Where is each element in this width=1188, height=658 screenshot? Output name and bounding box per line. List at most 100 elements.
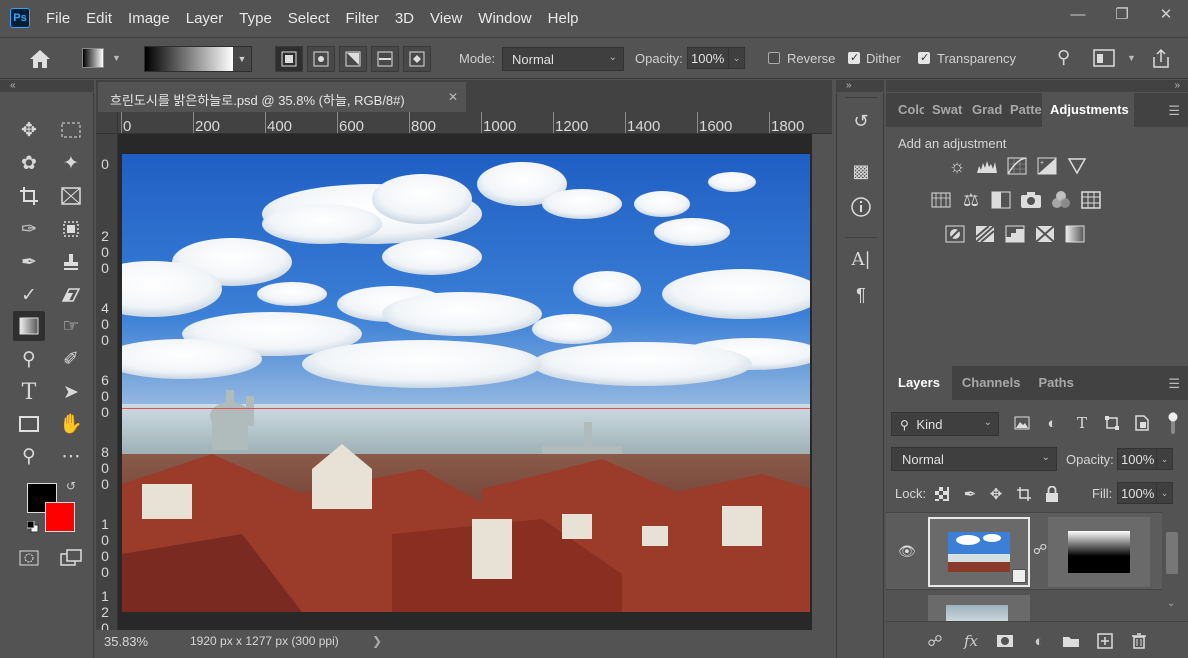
menu-help[interactable]: Help <box>548 10 579 27</box>
fill-input[interactable]: 100% ⌄ <box>1117 482 1173 504</box>
invert-icon[interactable] <box>943 222 967 246</box>
vertical-scrollbar[interactable] <box>812 134 832 630</box>
panel-menu-icon[interactable]: ☰ <box>1168 103 1180 119</box>
fill-value[interactable]: 100% <box>1118 483 1156 503</box>
menu-edit[interactable]: Edit <box>86 10 112 27</box>
menu-image[interactable]: Image <box>128 10 170 27</box>
layer-thumbnail[interactable] <box>928 595 1030 621</box>
clone-stamp-icon[interactable] <box>55 247 87 277</box>
menu-type[interactable]: Type <box>239 10 272 27</box>
trash-icon[interactable] <box>1128 630 1150 652</box>
object-selection-icon[interactable] <box>55 214 87 244</box>
angle-gradient-button[interactable] <box>339 46 367 72</box>
brush-tool-icon[interactable]: ✒ <box>13 247 45 277</box>
linear-gradient-button[interactable] <box>275 46 303 72</box>
chevron-right-icon[interactable]: ❯ <box>372 634 382 648</box>
menu-layer[interactable]: Layer <box>186 10 224 27</box>
pen-tool-icon[interactable]: ✐ <box>55 344 87 374</box>
exposure-icon[interactable]: + <box>1035 154 1059 178</box>
workspace-icon[interactable] <box>1093 49 1115 67</box>
chevron-down-icon[interactable]: ▼ <box>1127 53 1136 63</box>
link-layers-icon[interactable]: ☍ <box>924 630 946 652</box>
gradient-tool-preset-icon[interactable] <box>82 48 104 68</box>
new-layer-icon[interactable] <box>1094 630 1116 652</box>
chain-link-icon[interactable]: ☍ <box>1033 541 1047 558</box>
fx-icon[interactable]: fx <box>960 630 982 652</box>
crop-tool-icon[interactable] <box>13 181 45 211</box>
tab-adjustments[interactable]: Adjustments <box>1042 93 1134 127</box>
layer-mask-thumbnail[interactable] <box>1048 517 1150 587</box>
pixel-filter-icon[interactable] <box>1011 412 1033 434</box>
chevron-down-icon[interactable]: ⌄ <box>1156 449 1172 469</box>
rectangle-tool-icon[interactable] <box>13 409 45 439</box>
document-tab[interactable]: 흐린도시를 밝은하늘로.psd @ 35.8% (하늘, RGB/8#) ✕ <box>98 82 466 112</box>
photo-filter-icon[interactable] <box>1019 188 1043 212</box>
radial-gradient-button[interactable] <box>307 46 335 72</box>
adjustment-filter-icon[interactable]: ◐ <box>1041 412 1063 434</box>
home-icon[interactable] <box>28 48 52 70</box>
menu-view[interactable]: View <box>430 10 462 27</box>
reverse-checkbox[interactable] <box>768 52 780 64</box>
gradient-picker[interactable]: ▼ <box>144 46 252 72</box>
gradient-map-icon[interactable] <box>1063 222 1087 246</box>
quick-mask-icon[interactable] <box>13 543 45 573</box>
layer-row[interactable] <box>886 591 1162 621</box>
add-mask-icon[interactable] <box>994 630 1016 652</box>
eraser-tool-icon[interactable] <box>55 280 87 310</box>
close-icon[interactable]: ✕ <box>1144 0 1188 28</box>
minimize-icon[interactable]: — <box>1056 0 1100 28</box>
black-white-icon[interactable] <box>989 188 1013 212</box>
more-tools-icon[interactable]: ⋯ <box>55 441 87 471</box>
brightness-icon[interactable]: ☼ <box>945 154 969 178</box>
chevron-down-icon[interactable]: ▼ <box>233 47 251 71</box>
layer-opacity-input[interactable]: 100% ⌄ <box>1117 448 1173 470</box>
zoom-level[interactable]: 35.83% <box>104 634 148 649</box>
background-color-swatch[interactable] <box>45 502 75 532</box>
tab-swatches[interactable]: Swat <box>924 93 964 127</box>
smart-object-filter-icon[interactable] <box>1131 412 1153 434</box>
lock-pixels-icon[interactable]: ✒ <box>960 484 980 504</box>
layer-filter-select[interactable]: ⚲ Kind ⌄ <box>891 412 999 436</box>
curves-icon[interactable] <box>1005 154 1029 178</box>
visibility-eye-icon[interactable]: 👁 <box>898 543 916 560</box>
group-folder-icon[interactable] <box>1060 630 1082 652</box>
zoom-tool-icon[interactable]: ⚲ <box>13 441 45 471</box>
info-panel-icon[interactable] <box>847 193 875 221</box>
menu-filter[interactable]: Filter <box>346 10 379 27</box>
type-tool-icon[interactable]: T <box>13 377 45 407</box>
hue-saturation-icon[interactable] <box>929 188 953 212</box>
character-panel-icon[interactable]: A| <box>847 245 875 273</box>
marquee-tool-icon[interactable] <box>55 115 87 145</box>
chevron-down-icon[interactable]: ▼ <box>112 53 121 63</box>
layer-thumbnail[interactable] <box>928 517 1030 587</box>
move-tool-icon[interactable]: ✥ <box>13 115 45 145</box>
color-balance-icon[interactable]: ⚖ <box>959 188 983 212</box>
type-filter-icon[interactable]: T <box>1071 412 1093 434</box>
layer-opacity-value[interactable]: 100% <box>1118 449 1156 469</box>
color-lookup-icon[interactable] <box>1079 188 1103 212</box>
default-colors-icon[interactable] <box>26 520 39 536</box>
3d-panel-icon[interactable]: ▩ <box>847 157 875 185</box>
midcol-collapse[interactable]: » <box>836 80 884 92</box>
smudge-tool-icon[interactable]: ☞ <box>55 311 87 341</box>
panel-menu-icon[interactable]: ☰ <box>1168 376 1180 392</box>
chevron-down-icon[interactable]: ⌄ <box>1167 598 1175 609</box>
lock-transparent-icon[interactable] <box>932 484 952 504</box>
shape-filter-icon[interactable] <box>1101 412 1123 434</box>
magic-wand-icon[interactable]: ✦ <box>55 148 87 178</box>
search-icon[interactable]: ⚲ <box>1057 47 1070 68</box>
lasso-tool-icon[interactable]: ✿ <box>13 148 45 178</box>
history-brush-icon[interactable]: ✓ <box>13 280 45 310</box>
tab-channels[interactable]: Channels <box>952 366 1031 400</box>
gradient-tool-icon[interactable] <box>13 311 45 341</box>
tab-paths[interactable]: Paths <box>1030 366 1081 400</box>
lock-all-icon[interactable] <box>1042 484 1062 504</box>
dither-checkbox[interactable] <box>848 51 860 64</box>
tab-layers[interactable]: Layers <box>886 366 952 400</box>
posterize-icon[interactable] <box>973 222 997 246</box>
restore-icon[interactable]: ❐ <box>1100 0 1144 28</box>
menu-window[interactable]: Window <box>478 10 531 27</box>
share-icon[interactable] <box>1150 47 1172 69</box>
transparency-checkbox[interactable] <box>918 51 930 64</box>
blend-mode-select[interactable]: Normal ⌄ <box>891 447 1057 471</box>
